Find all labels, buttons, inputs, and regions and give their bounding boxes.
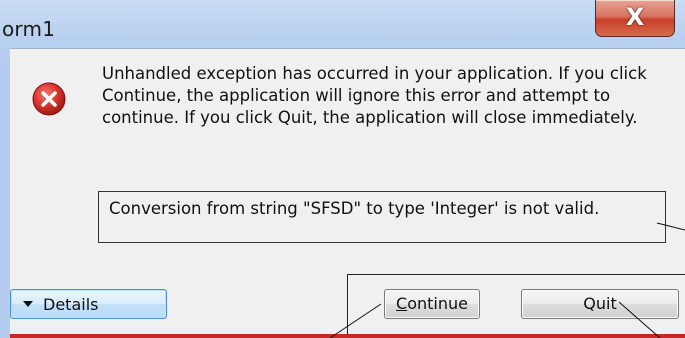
details-button[interactable]: Details <box>10 289 167 319</box>
action-button-group: Continue Quit <box>347 274 685 336</box>
quit-button[interactable]: Quit <box>521 289 679 319</box>
continue-mnemonic: C <box>396 294 408 313</box>
continue-button[interactable]: Continue <box>384 289 480 319</box>
bottom-red-line <box>10 334 685 338</box>
close-button[interactable]: X <box>595 0 675 37</box>
error-icon <box>32 82 66 116</box>
caret-down-icon <box>23 301 33 307</box>
details-label: Details <box>43 294 99 314</box>
continue-label: ontinue <box>407 294 468 313</box>
close-icon: X <box>625 3 645 31</box>
quit-label: Quit <box>583 294 617 313</box>
title-bar[interactable]: orm1 X <box>0 0 685 48</box>
error-message: Unhandled exception has occurred in your… <box>102 64 647 127</box>
dialog-client-area: Unhandled exception has occurred in your… <box>10 48 685 336</box>
dialog-window: orm1 X Unhandled exception has occurred … <box>0 0 685 338</box>
screenshot-stage: orm1 X Unhandled exception has occurred … <box>0 0 685 338</box>
exception-detail-text: Conversion from string "SFSD" to type 'I… <box>109 199 600 218</box>
window-title: orm1 <box>2 17 56 41</box>
exception-detail-box[interactable]: Conversion from string "SFSD" to type 'I… <box>98 191 666 243</box>
